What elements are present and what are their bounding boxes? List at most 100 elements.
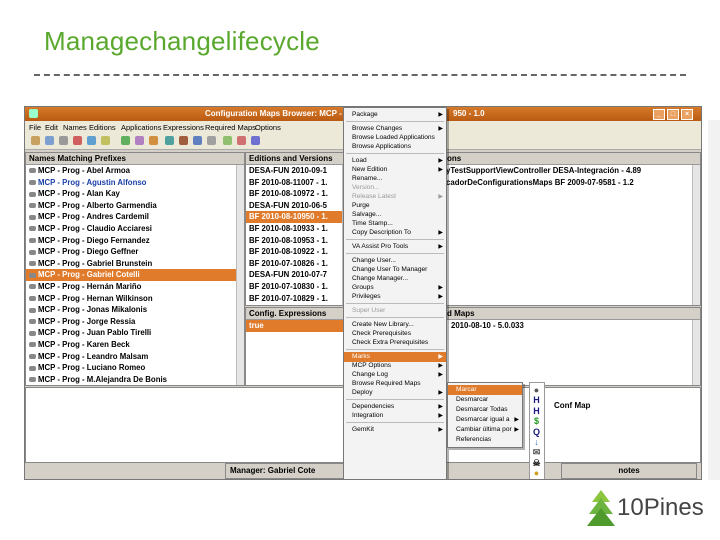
applications-pane-header: ons bbox=[444, 153, 700, 165]
menu-editions[interactable]: Editions bbox=[89, 123, 116, 132]
edit-icon[interactable] bbox=[179, 136, 188, 145]
logo-10pines: 10Pines bbox=[586, 488, 716, 532]
menu-item-browse-applications[interactable]: Browse Applications bbox=[352, 142, 411, 152]
names-list-item[interactable]: MCP - Prog - Diego Geffner bbox=[26, 246, 244, 258]
download-icon[interactable]: ↓ bbox=[532, 437, 541, 447]
menu-item-copy-description-to[interactable]: Copy Description To ▶ bbox=[352, 228, 446, 238]
save-icon[interactable] bbox=[45, 136, 54, 145]
menu-required-maps[interactable]: Required Maps bbox=[205, 123, 256, 132]
names-list-item[interactable]: MCP - Prog - Andres Cardemil bbox=[26, 211, 244, 223]
minimize-button[interactable]: _ bbox=[653, 109, 665, 120]
editions-list-item[interactable]: DESA-FUN 2010-09-1 bbox=[246, 165, 350, 177]
names-list-item[interactable]: MCP - Prog - Abel Armoa bbox=[26, 165, 244, 177]
search-icon[interactable] bbox=[193, 136, 202, 145]
smiley-icon[interactable]: ● bbox=[532, 468, 541, 478]
names-scrollbar[interactable] bbox=[236, 165, 244, 385]
marks-item-marcar[interactable]: Marcar bbox=[448, 385, 522, 395]
editions-list-item[interactable]: DESA-FUN 2010-07-7 bbox=[246, 269, 350, 281]
names-list-item[interactable]: MCP - Prog - Hernán Mariño bbox=[26, 281, 244, 293]
editions-list-item[interactable]: BF 2010-08-10953 - 1. bbox=[246, 235, 350, 247]
cut-icon[interactable] bbox=[73, 136, 82, 145]
names-list-item[interactable]: MCP - Prog - Leandro Malsam bbox=[26, 351, 244, 363]
close-button[interactable]: × bbox=[681, 109, 693, 120]
menu-item-package[interactable]: Package ▶ bbox=[352, 110, 446, 120]
names-list-item[interactable]: MCP - Prog - M.Alejandra De Bonis bbox=[26, 374, 244, 385]
marks-item-cambiar-ltima-por[interactable]: Cambiar última por ▶ bbox=[456, 425, 522, 435]
inspect-icon[interactable] bbox=[135, 136, 144, 145]
marks-item-desmarcar-todas[interactable]: Desmarcar Todas bbox=[456, 405, 522, 415]
h-bold-icon[interactable]: H bbox=[532, 406, 541, 416]
names-list-item[interactable]: MCP - Prog - Alan Kay bbox=[26, 188, 244, 200]
names-list-item[interactable]: MCP - Prog - Gabriel Cotelli bbox=[26, 269, 244, 281]
maximize-button[interactable]: □ bbox=[667, 109, 679, 120]
required-maps-scrollbar[interactable] bbox=[692, 320, 700, 385]
editions-list-item[interactable]: BF 2010-08-10972 - 1. bbox=[246, 188, 350, 200]
marks-item-desmarcar-igual-a[interactable]: Desmarcar igual a ▶ bbox=[456, 415, 522, 425]
editions-list-item[interactable]: BF 2010-07-10830 - 1. bbox=[246, 281, 350, 293]
required-map-row[interactable]: 2010-08-10 - 5.0.033 bbox=[448, 320, 700, 332]
paste-icon[interactable] bbox=[101, 136, 110, 145]
menu-item-privileges[interactable]: Privileges ▶ bbox=[352, 292, 446, 302]
marks-item-desmarcar[interactable]: Desmarcar bbox=[456, 395, 522, 405]
print-icon[interactable] bbox=[59, 136, 68, 145]
stop-icon[interactable] bbox=[237, 136, 246, 145]
config-expression-row[interactable]: true bbox=[246, 320, 350, 332]
names-list-item[interactable]: MCP - Prog - Jorge Ressia bbox=[26, 316, 244, 328]
names-list-item[interactable]: MCP - Prog - Karen Beck bbox=[26, 339, 244, 351]
slide-title: Managechangelifecycle bbox=[44, 26, 320, 56]
names-list-item[interactable]: MCP - Prog - Agustin Alfonso bbox=[26, 177, 244, 189]
bomb-icon[interactable]: ● bbox=[532, 385, 541, 395]
help-icon[interactable] bbox=[223, 136, 232, 145]
key-icon[interactable]: Q bbox=[532, 427, 541, 437]
menu-file[interactable]: File bbox=[29, 123, 41, 132]
names-list-item[interactable]: MCP - Prog - Claudio Acciaresi bbox=[26, 223, 244, 235]
h-mark-icon[interactable]: H bbox=[532, 395, 541, 405]
editions-list-item[interactable]: BF 2010-08-10933 - 1. bbox=[246, 223, 350, 235]
editions-list-item[interactable]: BF 2010-07-10826 - 1. bbox=[246, 258, 350, 270]
application-row[interactable]: ryTestSupportViewController DESA-Integra… bbox=[444, 165, 700, 177]
names-list-item[interactable]: MCP - Prog - Gabriel Brunstein bbox=[26, 258, 244, 270]
browse-icon[interactable] bbox=[149, 136, 158, 145]
menu-item-deploy[interactable]: Deploy ▶ bbox=[352, 388, 446, 398]
menu-item-label: Super User bbox=[352, 307, 386, 314]
open-icon[interactable] bbox=[31, 136, 40, 145]
debug-icon[interactable] bbox=[165, 136, 174, 145]
menu-separator bbox=[346, 121, 444, 122]
copy-icon[interactable] bbox=[87, 136, 96, 145]
menu-item-va-assist-pro-tools[interactable]: VA Assist Pro Tools ▶ bbox=[352, 242, 446, 252]
skull-icon[interactable]: ☠ bbox=[532, 458, 541, 468]
names-list-item[interactable]: MCP - Prog - Diego Fernandez bbox=[26, 235, 244, 247]
row-label: MCP - Prog - Hernan Wilkinson bbox=[38, 293, 153, 303]
marks-item-referencias[interactable]: Referencias bbox=[456, 435, 522, 445]
run-icon[interactable] bbox=[121, 136, 130, 145]
names-list-item[interactable]: MCP - Prog - Alberto Garmendia bbox=[26, 200, 244, 212]
editions-list-item[interactable]: BF 2010-08-11007 - 1. bbox=[246, 177, 350, 189]
names-list-item[interactable]: MCP - Prog - Juan Pablo Tirelli bbox=[26, 327, 244, 339]
dollar-icon[interactable]: $ bbox=[532, 416, 541, 426]
editions-list-item[interactable]: BF 2010-08-10922 - 1. bbox=[246, 246, 350, 258]
settings-icon[interactable] bbox=[207, 136, 216, 145]
names-list-item[interactable]: MCP - Prog - Jonas Mikalonis bbox=[26, 304, 244, 316]
names-list-item[interactable]: MCP - Prog - Hernan Wilkinson bbox=[26, 293, 244, 305]
editions-list-item[interactable]: BF 2010-08-10950 - 1. bbox=[246, 211, 350, 223]
menu-item-gemkit[interactable]: GemKit ▶ bbox=[352, 425, 446, 435]
required-maps-pane: d Maps 2010-08-10 - 5.0.033 bbox=[443, 307, 701, 386]
info-icon[interactable] bbox=[251, 136, 260, 145]
editions-list-item[interactable]: BF 2010-07-10829 - 1. bbox=[246, 293, 350, 305]
menu-applications[interactable]: Applications bbox=[121, 123, 161, 132]
logo-text: 10Pines bbox=[617, 494, 704, 521]
application-row[interactable]: rcadorDeConfigurationsMaps BF 2009-07-95… bbox=[444, 177, 700, 189]
menu-item-check-extra-prerequisites[interactable]: Check Extra Prerequisites bbox=[352, 338, 428, 348]
editions-list-item[interactable]: DESA-FUN 2010-06-5 bbox=[246, 200, 350, 212]
applications-scrollbar[interactable] bbox=[692, 165, 700, 305]
menu-item-integration[interactable]: Integration ▶ bbox=[352, 411, 446, 421]
menu-names[interactable]: Names bbox=[63, 123, 87, 132]
menu-options[interactable]: Options bbox=[255, 123, 281, 132]
menu-item-label: Referencias bbox=[456, 436, 492, 443]
menu-edit[interactable]: Edit bbox=[45, 123, 58, 132]
menu-expressions[interactable]: Expressions bbox=[163, 123, 204, 132]
menu-item-label: Groups bbox=[352, 284, 374, 291]
menu-item-label: Change Manager... bbox=[352, 275, 409, 282]
mail-icon[interactable]: ✉ bbox=[532, 447, 541, 457]
names-list-item[interactable]: MCP - Prog - Luciano Romeo bbox=[26, 362, 244, 374]
